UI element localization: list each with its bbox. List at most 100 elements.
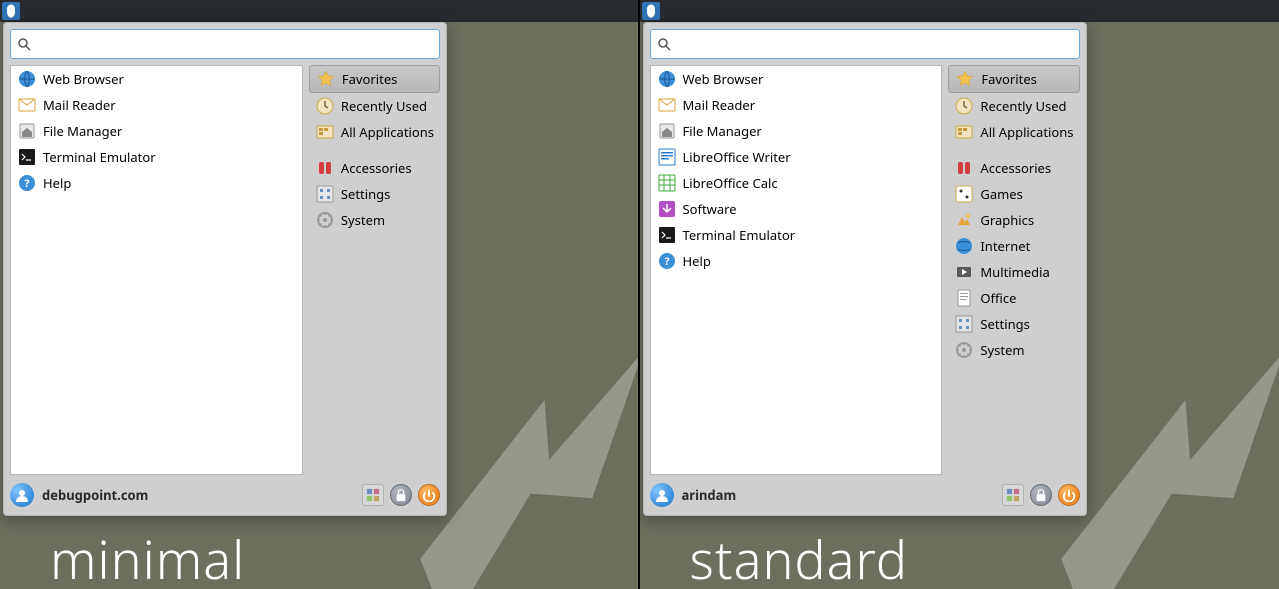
system-icon	[315, 210, 335, 230]
multimedia-icon	[954, 262, 974, 282]
item-label: Favorites	[342, 70, 397, 88]
settings-button[interactable]	[1002, 484, 1024, 506]
favorites-list: Web Browser Mail Reader File Manager Termin…	[10, 65, 303, 475]
category-item[interactable]: Accessories	[309, 155, 440, 181]
app-item[interactable]: Terminal Emulator	[11, 144, 302, 170]
caption-label: standard	[690, 524, 909, 589]
category-item[interactable]: Office	[948, 285, 1079, 311]
internet-icon	[954, 236, 974, 256]
terminal-icon	[657, 225, 677, 245]
item-label: Office	[980, 289, 1016, 307]
category-item[interactable]: Games	[948, 181, 1079, 207]
item-label: Terminal Emulator	[43, 148, 156, 166]
search-field[interactable]	[650, 29, 1080, 59]
username-label: arindam	[682, 486, 737, 504]
app-item[interactable]: Help	[11, 170, 302, 196]
games-icon	[954, 184, 974, 204]
avatar[interactable]	[10, 483, 34, 507]
whisker-menu-button[interactable]	[2, 2, 20, 20]
favorites-list: Web Browser Mail Reader File Manager LibreO…	[650, 65, 943, 475]
category-item[interactable]: Recently Used	[948, 93, 1079, 119]
office-icon	[954, 288, 974, 308]
apps-icon	[315, 122, 335, 142]
calc-icon	[657, 173, 677, 193]
help-icon	[657, 251, 677, 271]
search-input[interactable]	[37, 37, 433, 52]
category-item[interactable]: Favorites	[948, 65, 1079, 93]
category-item[interactable]: Accessories	[948, 155, 1079, 181]
system-icon	[954, 340, 974, 360]
app-item[interactable]: Mail Reader	[11, 92, 302, 118]
item-label: Recently Used	[341, 97, 427, 115]
item-label: Terminal Emulator	[683, 226, 796, 244]
item-label: Software	[683, 200, 737, 218]
lock-button[interactable]	[1030, 484, 1052, 506]
item-label: LibreOffice Calc	[683, 174, 778, 192]
item-label: System	[980, 341, 1024, 359]
search-icon	[657, 34, 677, 54]
app-item[interactable]: Help	[651, 248, 942, 274]
item-label: Multimedia	[980, 263, 1049, 281]
category-item[interactable]: System	[309, 207, 440, 233]
whisker-popup: Web Browser Mail Reader File Manager LibreO…	[643, 22, 1087, 516]
item-label: File Manager	[683, 122, 762, 140]
search-field[interactable]	[10, 29, 440, 59]
app-item[interactable]: File Manager	[651, 118, 942, 144]
item-label: Mail Reader	[683, 96, 756, 114]
settings-button[interactable]	[362, 484, 384, 506]
app-item[interactable]: Software	[651, 196, 942, 222]
app-item[interactable]: File Manager	[11, 118, 302, 144]
app-item[interactable]: Web Browser	[11, 66, 302, 92]
logout-button[interactable]	[1058, 484, 1080, 506]
top-panel	[0, 0, 638, 22]
search-icon	[17, 34, 37, 54]
category-item[interactable]: System	[948, 337, 1079, 363]
item-label: Settings	[341, 185, 390, 203]
category-item[interactable]: All Applications	[309, 119, 440, 145]
globe-icon	[17, 69, 37, 89]
app-item[interactable]: Mail Reader	[651, 92, 942, 118]
item-label: Web Browser	[43, 70, 124, 88]
left-desktop: Web Browser Mail Reader File Manager Termin…	[0, 0, 640, 589]
settings-icon	[954, 314, 974, 334]
item-label: Accessories	[980, 159, 1051, 177]
item-label: Settings	[980, 315, 1029, 333]
app-item[interactable]: Web Browser	[651, 66, 942, 92]
terminal-icon	[17, 147, 37, 167]
item-label: All Applications	[980, 123, 1073, 141]
item-label: Mail Reader	[43, 96, 116, 114]
lock-button[interactable]	[390, 484, 412, 506]
app-item[interactable]: Terminal Emulator	[651, 222, 942, 248]
category-item[interactable]: Settings	[948, 311, 1079, 337]
category-item[interactable]: Internet	[948, 233, 1079, 259]
category-item[interactable]: Multimedia	[948, 259, 1079, 285]
software-icon	[657, 199, 677, 219]
username-label: debugpoint.com	[42, 486, 148, 504]
graphics-icon	[954, 210, 974, 230]
avatar[interactable]	[650, 483, 674, 507]
item-label: Recently Used	[980, 97, 1066, 115]
category-item[interactable]: All Applications	[948, 119, 1079, 145]
whisker-menu-button[interactable]	[642, 2, 660, 20]
search-input[interactable]	[677, 37, 1073, 52]
item-label: Help	[683, 252, 711, 270]
item-label: Favorites	[981, 70, 1036, 88]
item-label: Graphics	[980, 211, 1034, 229]
category-item[interactable]: Graphics	[948, 207, 1079, 233]
category-list: Favorites Recently Used All Applications Ac…	[309, 65, 440, 475]
writer-icon	[657, 147, 677, 167]
item-label: Help	[43, 174, 71, 192]
app-item[interactable]: LibreOffice Writer	[651, 144, 942, 170]
category-item[interactable]: Settings	[309, 181, 440, 207]
popup-footer: arindam	[650, 481, 1080, 509]
category-item[interactable]: Recently Used	[309, 93, 440, 119]
settings-icon	[315, 184, 335, 204]
accessories-icon	[954, 158, 974, 178]
category-item[interactable]: Favorites	[309, 65, 440, 93]
app-item[interactable]: LibreOffice Calc	[651, 170, 942, 196]
item-label: Games	[980, 185, 1022, 203]
help-icon	[17, 173, 37, 193]
logout-button[interactable]	[418, 484, 440, 506]
clock-icon	[315, 96, 335, 116]
mail-icon	[657, 95, 677, 115]
